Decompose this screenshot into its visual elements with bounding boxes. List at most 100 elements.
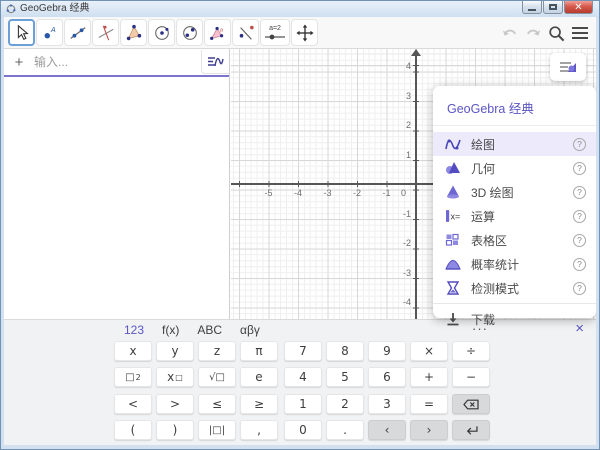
move-graphics-view-tool-button[interactable] [291, 19, 318, 46]
x-axis-label: -1 [382, 188, 390, 198]
key-z[interactable]: z [198, 341, 236, 361]
key-greater-than[interactable]: > [156, 394, 194, 414]
key-6[interactable]: 6 [368, 367, 406, 387]
help-icon[interactable]: ? [573, 210, 586, 223]
key-e[interactable]: e [240, 367, 278, 387]
key-3[interactable]: 3 [368, 394, 406, 414]
reflect-icon [237, 24, 255, 42]
key-comma[interactable]: , [240, 420, 278, 440]
key-4[interactable]: 4 [284, 367, 322, 387]
svg-text:a: a [219, 27, 223, 33]
key-less-than[interactable]: < [114, 394, 152, 414]
key-cursor-left[interactable]: ‹ [368, 420, 406, 440]
3d-graphics-icon [445, 184, 461, 200]
window-title: GeoGebra 经典 [20, 2, 89, 16]
key-backspace[interactable] [452, 394, 490, 414]
maximize-button[interactable] [543, 1, 563, 14]
key-left-paren[interactable]: ( [114, 420, 152, 440]
undo-button[interactable] [502, 26, 518, 40]
menu-item-exam-mode[interactable]: 检测模式 ? [433, 276, 596, 300]
graphics-settings-button[interactable] [550, 53, 586, 81]
key-right-paren[interactable]: ) [156, 420, 194, 440]
undo-icon [502, 26, 518, 40]
help-icon[interactable]: ? [573, 162, 586, 175]
keyboard-tab-greek[interactable]: αβγ [240, 323, 260, 337]
menu-item-graphing[interactable]: 绘图 ? [433, 132, 596, 156]
help-icon[interactable]: ? [573, 186, 586, 199]
key-less-equal[interactable]: ≤ [198, 394, 236, 414]
slider-icon [264, 32, 286, 41]
hamburger-icon [572, 27, 588, 29]
move-tool-button[interactable] [8, 19, 35, 46]
geogebra-logo-icon [6, 4, 16, 14]
perpendicular-line-tool-button[interactable] [92, 19, 119, 46]
key-power[interactable]: x□ [156, 367, 194, 387]
algebra-input-style-button[interactable] [201, 50, 229, 74]
key-x[interactable]: x [114, 341, 152, 361]
svg-text:A: A [49, 25, 55, 34]
y-axis-arrow [411, 49, 421, 56]
circle-with-center-tool-button[interactable] [148, 19, 175, 46]
key-plus[interactable]: + [410, 367, 448, 387]
menu-item-label: 几何 [471, 160, 573, 177]
key-7[interactable]: 7 [284, 341, 322, 361]
help-icon[interactable]: ? [573, 138, 586, 151]
y-axis-label: 2 [406, 120, 411, 130]
key-equals[interactable]: = [410, 394, 448, 414]
main-menu-button[interactable] [572, 27, 588, 39]
exam-mode-icon [445, 280, 461, 296]
key-0[interactable]: 0 [284, 420, 322, 440]
conic-through-points-tool-button[interactable] [176, 19, 203, 46]
menu-item-3d-graphing[interactable]: 3D 绘图 ? [433, 180, 596, 204]
keyboard-tab-fx[interactable]: f(x) [162, 323, 179, 337]
y-axis-label: -2 [403, 238, 411, 248]
search-button[interactable] [548, 25, 565, 42]
keyboard-tab-abc[interactable]: ABC [197, 323, 222, 337]
menu-item-label: 检测模式 [471, 280, 573, 297]
style-bar-icon [558, 59, 578, 75]
origin-label: 0 [401, 188, 406, 198]
key-multiply[interactable]: × [410, 341, 448, 361]
menu-item-probability[interactable]: 概率统计 ? [433, 252, 596, 276]
key-sqrt[interactable]: √□ [198, 367, 236, 387]
key-divide[interactable]: ÷ [452, 341, 490, 361]
titlebar[interactable]: GeoGebra 经典 ✕ [1, 1, 599, 17]
keyboard-tab-123[interactable]: 123 [124, 323, 144, 337]
line-tool-button[interactable] [64, 19, 91, 46]
reflect-tool-button[interactable] [232, 19, 259, 46]
polygon-tool-button[interactable] [120, 19, 147, 46]
help-icon[interactable]: ? [573, 234, 586, 247]
close-button[interactable]: ✕ [564, 1, 593, 14]
menu-item-geometry[interactable]: 几何 ? [433, 156, 596, 180]
add-expression-button[interactable]: + [4, 54, 34, 71]
key-9[interactable]: 9 [368, 341, 406, 361]
key-y[interactable]: y [156, 341, 194, 361]
point-tool-button[interactable]: A [36, 19, 63, 46]
key-decimal-point[interactable]: . [326, 420, 364, 440]
y-axis-label: -4 [403, 297, 411, 307]
key-cursor-right[interactable]: › [410, 420, 448, 440]
menu-item-spreadsheet[interactable]: 表格区 ? [433, 228, 596, 252]
perpendicular-line-icon [97, 24, 115, 42]
slider-tool-button[interactable]: a=2 [260, 19, 290, 46]
key-1[interactable]: 1 [284, 394, 322, 414]
menu-item-cas[interactable]: x= 运算 ? [433, 204, 596, 228]
key-8[interactable]: 8 [326, 341, 364, 361]
key-2[interactable]: 2 [326, 394, 364, 414]
app-body: A [4, 17, 596, 445]
algebra-input[interactable] [34, 55, 229, 69]
minimize-button[interactable] [522, 1, 542, 14]
key-abs[interactable]: |□| [198, 420, 236, 440]
key-5[interactable]: 5 [326, 367, 364, 387]
key-minus[interactable]: − [452, 367, 490, 387]
conic-icon [181, 24, 199, 42]
redo-button[interactable] [525, 26, 541, 40]
key-square[interactable]: □2 [114, 367, 152, 387]
key-greater-equal[interactable]: ≥ [240, 394, 278, 414]
help-icon[interactable]: ? [573, 282, 586, 295]
menu-item-download[interactable]: 下载 [433, 307, 596, 331]
angle-tool-button[interactable]: a [204, 19, 231, 46]
key-pi[interactable]: π [240, 341, 278, 361]
key-enter[interactable] [452, 420, 490, 440]
help-icon[interactable]: ? [573, 258, 586, 271]
